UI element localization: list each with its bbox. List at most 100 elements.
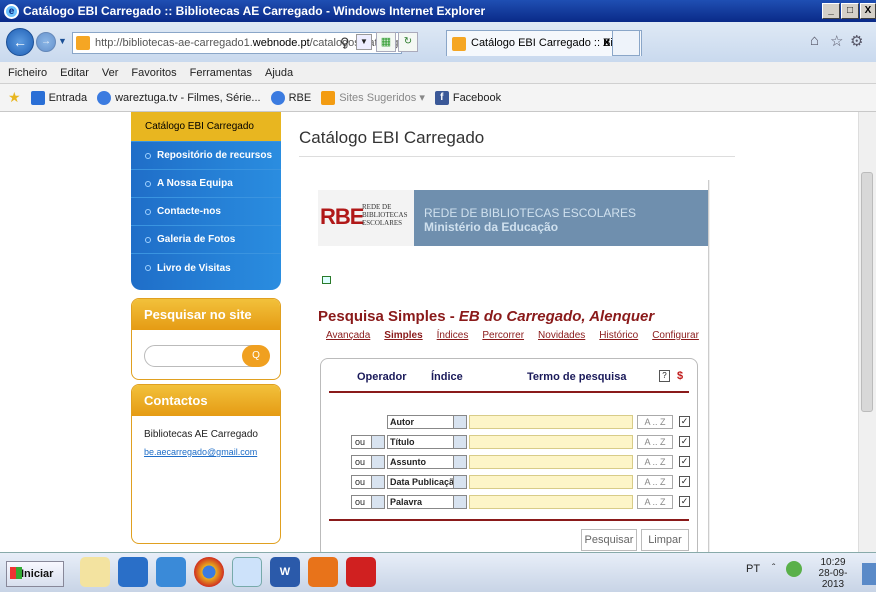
az-button[interactable]: A .. Z: [637, 435, 673, 449]
term-input[interactable]: [469, 415, 633, 429]
favorites-star-button[interactable]: ★: [8, 89, 21, 106]
fav-sites-sugeridos[interactable]: Sites Sugeridos ▾: [321, 90, 425, 105]
index-select[interactable]: Data Publicação: [387, 475, 467, 489]
menu-ajuda[interactable]: Ajuda: [265, 67, 293, 79]
window-title: Catálogo EBI Carregado :: Bibliotecas AE…: [23, 4, 486, 18]
az-button[interactable]: A .. Z: [637, 415, 673, 429]
tab-novidades[interactable]: Novidades: [538, 330, 585, 341]
star-add-icon: ★: [8, 89, 21, 105]
sidebar-item-galeria[interactable]: Galeria de Fotos: [131, 226, 281, 254]
page-scrollbar[interactable]: [858, 112, 876, 552]
menu-favoritos[interactable]: Favoritos: [131, 67, 176, 79]
start-label: Iniciar: [21, 568, 54, 580]
menu-editar[interactable]: Editar: [60, 67, 89, 79]
term-input[interactable]: [469, 455, 633, 469]
language-indicator[interactable]: PT: [746, 563, 760, 575]
facebook-icon: f: [434, 90, 449, 105]
sidebar-item-contacte[interactable]: Contacte-nos: [131, 198, 281, 226]
sidebar-item-equipa[interactable]: A Nossa Equipa: [131, 170, 281, 198]
row-checkbox[interactable]: ✓: [679, 416, 690, 427]
tab-avancada[interactable]: Avançada: [326, 330, 370, 341]
fav-facebook-label: Facebook: [452, 91, 502, 104]
tab-indices[interactable]: Índices: [437, 330, 469, 341]
maximize-button[interactable]: □: [841, 3, 859, 19]
address-input[interactable]: http://bibliotecas-ae-carregado1.webnode…: [72, 32, 402, 54]
contacts-email-link[interactable]: be.aecarregado@gmail.com: [144, 447, 257, 457]
operator-select[interactable]: ou: [351, 495, 385, 509]
sidebar-item-repositorio[interactable]: Repositório de recursos: [131, 142, 281, 170]
operator-select[interactable]: ou: [351, 435, 385, 449]
show-desktop-button[interactable]: [862, 563, 876, 585]
sidebar-item-catalogo[interactable]: Catálogo EBI Carregado: [131, 112, 281, 142]
scroll-up-icon[interactable]: ⌃: [709, 194, 710, 207]
term-input[interactable]: [469, 435, 633, 449]
close-button[interactable]: X: [860, 3, 876, 19]
file-explorer-icon[interactable]: [80, 557, 110, 587]
term-input[interactable]: [469, 495, 633, 509]
home-icon[interactable]: ⌂: [810, 32, 819, 49]
clock[interactable]: 10:29 28-09-2013: [812, 557, 854, 590]
fav-rbe[interactable]: RBE: [270, 90, 312, 105]
search-button[interactable]: Pesquisar: [581, 529, 637, 551]
site-search-button[interactable]: Q: [242, 345, 270, 367]
dollar-icon[interactable]: $: [677, 370, 683, 382]
fav-facebook[interactable]: f Facebook: [434, 90, 502, 105]
back-button[interactable]: ←: [6, 28, 34, 56]
rbe-logo-line-1: REDE DE: [362, 203, 392, 211]
clear-button[interactable]: Limpar: [641, 529, 689, 551]
index-select[interactable]: Título: [387, 435, 467, 449]
index-select[interactable]: Palavra: [387, 495, 467, 509]
operator-select[interactable]: ou: [351, 455, 385, 469]
az-button[interactable]: A .. Z: [637, 455, 673, 469]
menu-ver[interactable]: Ver: [102, 67, 119, 79]
tab-percorrer[interactable]: Percorrer: [482, 330, 524, 341]
help-icon[interactable]: ?: [659, 370, 670, 382]
envelope-icon[interactable]: [322, 276, 331, 284]
tab-historico[interactable]: Histórico: [599, 330, 638, 341]
row-checkbox[interactable]: ✓: [679, 476, 690, 487]
menu-ficheiro[interactable]: Ficheiro: [8, 67, 47, 79]
fav-rbe-label: RBE: [288, 91, 312, 104]
navigation-bar: ← → ▼ http://bibliotecas-ae-carregado1.w…: [0, 22, 876, 62]
index-select[interactable]: Autor: [387, 415, 467, 429]
acrobat-icon[interactable]: [346, 557, 376, 587]
internet-explorer-icon[interactable]: [232, 557, 262, 587]
history-dropdown-icon[interactable]: ▼: [58, 36, 67, 46]
operator-select[interactable]: ou: [351, 475, 385, 489]
index-select[interactable]: Assunto: [387, 455, 467, 469]
address-dropdown-icon[interactable]: ▼: [356, 34, 372, 50]
chrome-icon[interactable]: [194, 557, 224, 587]
fav-wareztuga[interactable]: wareztuga.tv - Filmes, Série...: [97, 90, 261, 105]
term-input[interactable]: [469, 475, 633, 489]
row-checkbox[interactable]: ✓: [679, 496, 690, 507]
az-button[interactable]: A .. Z: [637, 475, 673, 489]
az-button[interactable]: A .. Z: [637, 495, 673, 509]
outlook-icon[interactable]: [118, 557, 148, 587]
search-icon[interactable]: ⚲: [340, 35, 350, 51]
favorites-star-icon[interactable]: ☆: [830, 32, 843, 50]
tab-configurar[interactable]: Configurar: [652, 330, 699, 341]
forward-button[interactable]: →: [36, 32, 56, 52]
refresh-icon[interactable]: ↻: [398, 32, 418, 52]
show-hidden-icons-icon[interactable]: ˆ: [772, 563, 775, 574]
tab-close-icon[interactable]: X: [603, 31, 610, 55]
tools-gear-icon[interactable]: ⚙: [850, 32, 863, 50]
iframe-scrollbar[interactable]: ⌃: [708, 180, 710, 552]
tab-simples[interactable]: Simples: [384, 330, 422, 341]
new-tab-button[interactable]: [612, 30, 640, 56]
powerpoint-icon[interactable]: [308, 557, 338, 587]
fav-entrada[interactable]: Entrada: [30, 90, 87, 105]
network-status-icon[interactable]: [786, 561, 802, 577]
minimize-button[interactable]: _: [822, 3, 840, 19]
search-heading: Pesquisa Simples - EB do Carregado, Alen…: [318, 308, 654, 325]
row-checkbox[interactable]: ✓: [679, 456, 690, 467]
menu-ferramentas[interactable]: Ferramentas: [190, 67, 252, 79]
network-icon[interactable]: [156, 557, 186, 587]
start-button[interactable]: Iniciar: [6, 561, 64, 587]
sidebar-item-livro[interactable]: Livro de Visitas: [131, 254, 281, 282]
search-heading-a: Pesquisa Simples -: [318, 308, 459, 325]
word-icon[interactable]: W: [270, 557, 300, 587]
row-checkbox[interactable]: ✓: [679, 436, 690, 447]
compatibility-view-icon[interactable]: ▦: [376, 32, 396, 52]
scroll-thumb[interactable]: [861, 172, 873, 412]
